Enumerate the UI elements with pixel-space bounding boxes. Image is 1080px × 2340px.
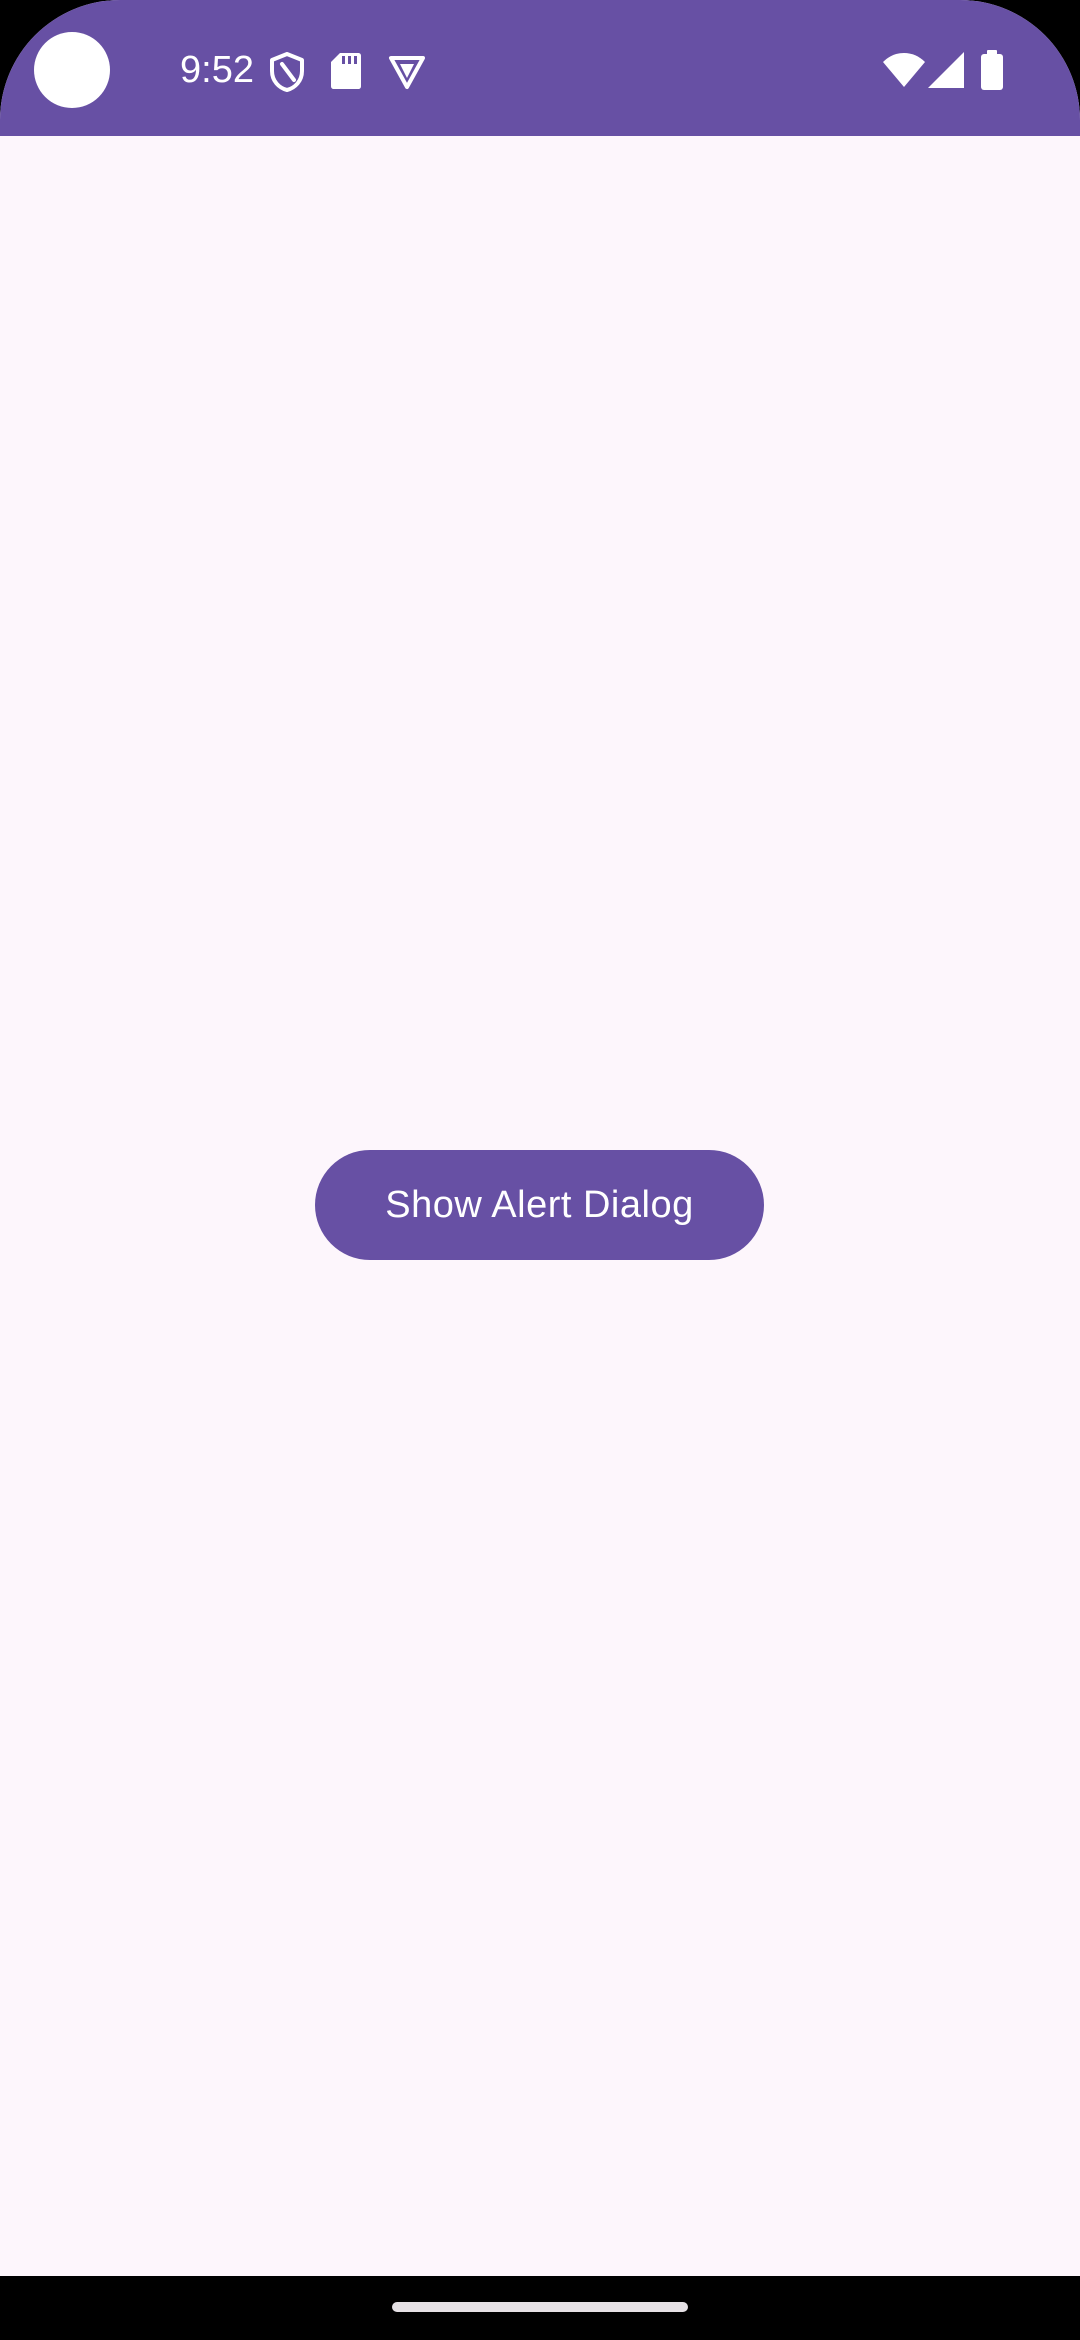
battery-icon bbox=[981, 50, 1003, 90]
wifi-icon bbox=[883, 53, 925, 87]
home-indicator[interactable] bbox=[392, 2302, 688, 2312]
status-time: 9:52 bbox=[180, 49, 254, 91]
shield-icon bbox=[270, 52, 304, 92]
status-bar: 9:52 bbox=[0, 0, 1080, 136]
signal-icon bbox=[928, 52, 964, 88]
camera-cutout bbox=[34, 32, 110, 108]
phone-frame: 9:52 Show Alert Dialog bbox=[0, 0, 1080, 2340]
show-alert-dialog-label: Show Alert Dialog bbox=[385, 1183, 694, 1226]
vpn-icon bbox=[389, 56, 425, 89]
sd-card-icon bbox=[331, 53, 361, 89]
show-alert-dialog-button[interactable]: Show Alert Dialog bbox=[315, 1150, 764, 1260]
app-screen: 9:52 Show Alert Dialog bbox=[0, 0, 1080, 2276]
